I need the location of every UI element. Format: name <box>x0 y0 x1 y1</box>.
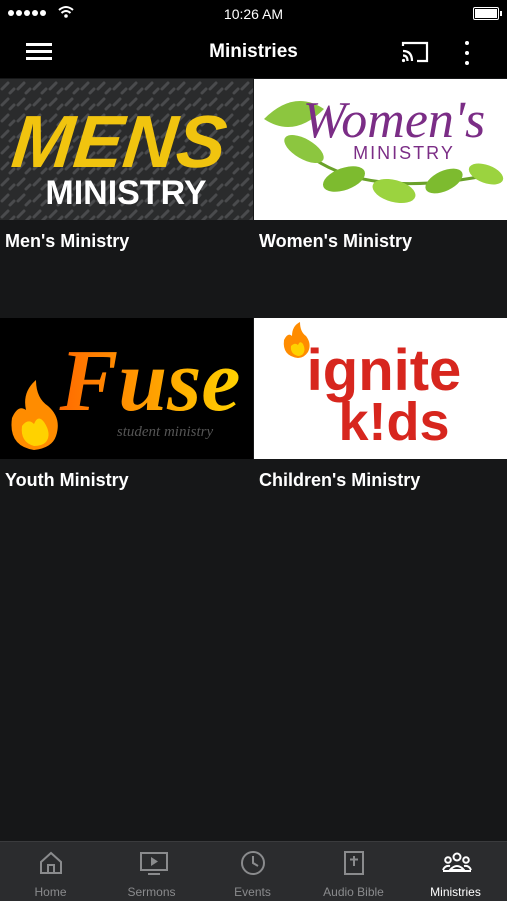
womens-art-line1: Women's <box>303 92 486 149</box>
cast-icon[interactable] <box>400 40 430 64</box>
tab-home[interactable]: Home <box>0 842 101 901</box>
ministry-card-mens[interactable]: MENS MINISTRY Men's Ministry <box>0 79 253 318</box>
ministry-card-youth[interactable]: Fuse student ministry Youth Ministry <box>0 318 253 557</box>
womens-art-line2: MINISTRY <box>353 143 455 163</box>
ministry-label: Children's Ministry <box>259 470 421 490</box>
childrens-art-line2: k!ds <box>338 392 449 452</box>
mens-ministry-image: MENS MINISTRY <box>0 79 253 220</box>
people-icon <box>442 852 472 872</box>
ministry-card-womens[interactable]: Women's MINISTRY Women's Ministry <box>254 79 507 318</box>
ministry-label: Women's Ministry <box>259 231 412 251</box>
tab-label: Audio Bible <box>323 885 384 899</box>
youth-ministry-image: Fuse student ministry <box>0 318 253 459</box>
play-screen-icon <box>140 852 168 875</box>
ministry-label: Youth Ministry <box>5 470 129 490</box>
app-bar: Ministries <box>0 28 507 78</box>
tab-ministries[interactable]: Ministries <box>404 842 507 901</box>
womens-ministry-image: Women's MINISTRY <box>254 79 507 220</box>
home-icon <box>40 851 62 874</box>
more-options-icon[interactable] <box>461 40 473 66</box>
bible-icon <box>344 851 364 875</box>
tab-label: Home <box>34 885 67 899</box>
ministry-card-childrens[interactable]: ignite k!ds Children's Ministry <box>254 318 507 557</box>
ministry-label: Men's Ministry <box>5 231 130 251</box>
tab-events[interactable]: Events <box>202 842 303 901</box>
tab-audio-bible[interactable]: Audio Bible <box>303 842 404 901</box>
bottom-tab-bar: Home Sermons Events Audio Bible Ministri… <box>0 841 507 901</box>
tab-sermons[interactable]: Sermons <box>101 842 202 901</box>
tab-label: Ministries <box>430 885 481 899</box>
status-bar: 10:26 AM <box>0 0 507 28</box>
childrens-ministry-image: ignite k!ds <box>254 318 507 459</box>
youth-art-line1: Fuse <box>59 333 241 430</box>
mens-art-line1: MENS <box>8 100 230 183</box>
tab-label: Sermons <box>127 885 176 899</box>
page-title: Ministries <box>209 41 298 62</box>
youth-art-line2: student ministry <box>117 424 214 440</box>
battery-icon <box>473 7 502 20</box>
status-time: 10:26 AM <box>223 6 284 22</box>
tab-label: Events <box>234 885 271 899</box>
mens-art-line2: MINISTRY <box>45 174 207 212</box>
clock-icon <box>241 851 265 875</box>
